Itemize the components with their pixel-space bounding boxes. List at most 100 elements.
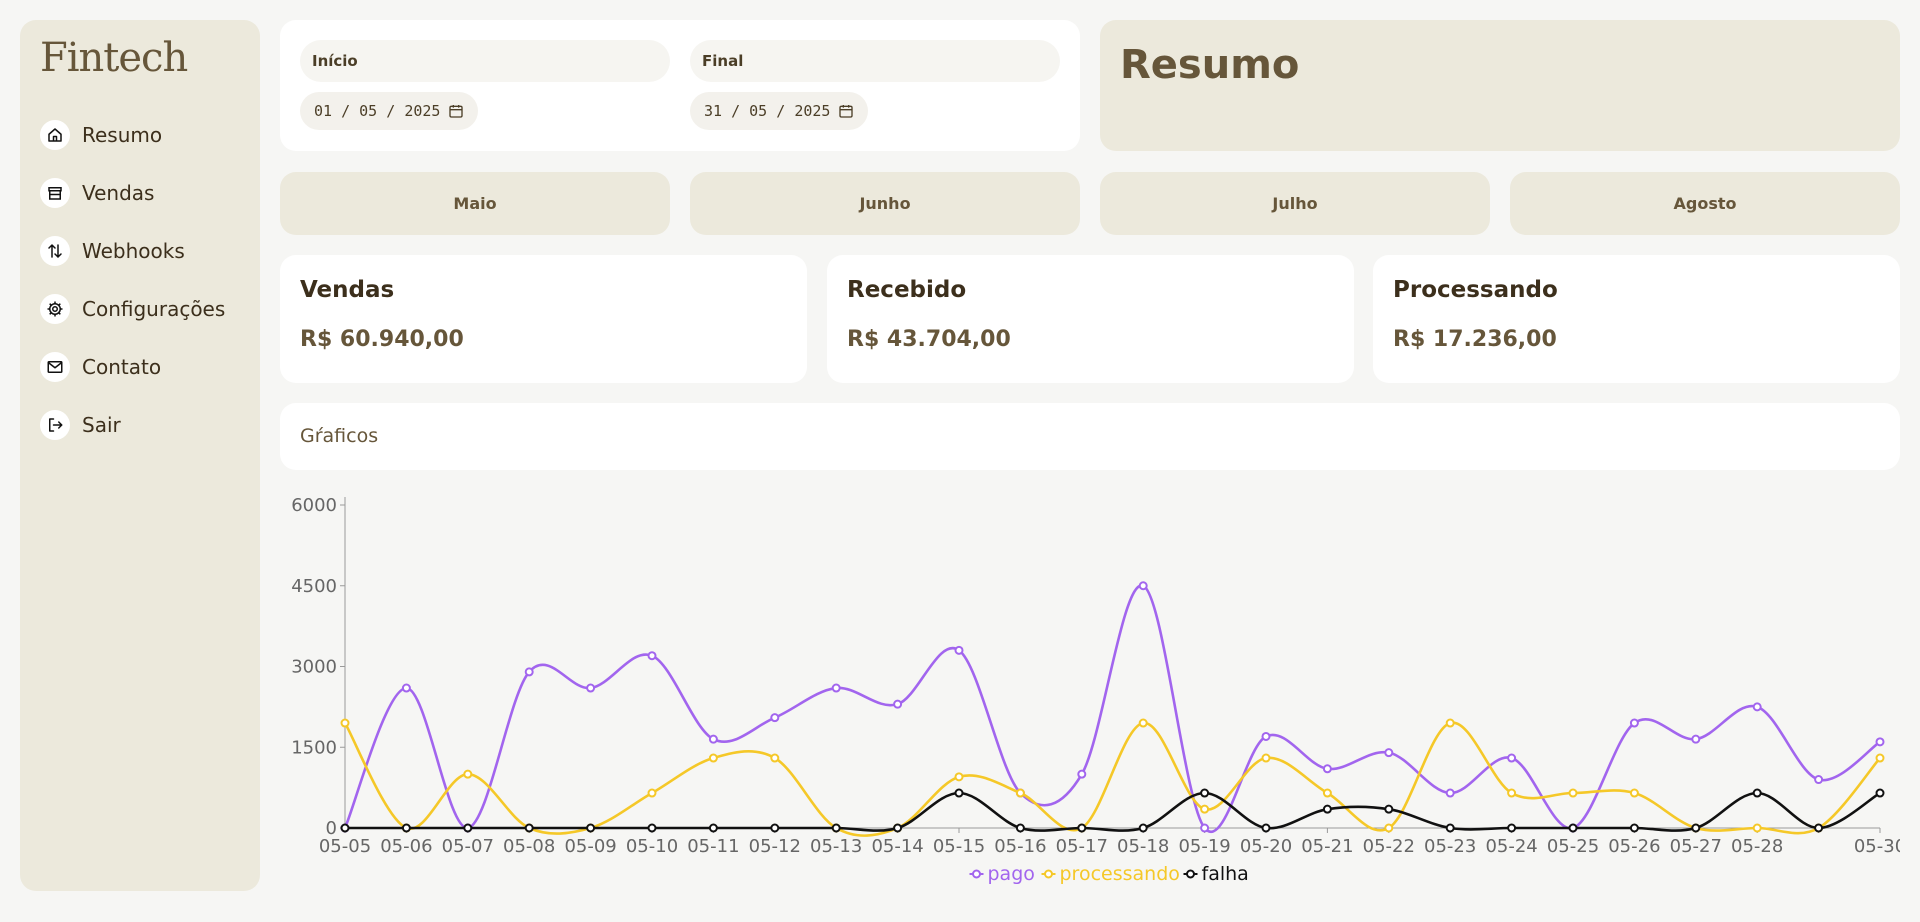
- data-point-processando: [1384, 823, 1394, 833]
- data-point-processando: [1752, 823, 1762, 833]
- end-date-group: Final 31 / 05 / 2025: [690, 40, 1060, 130]
- x-tick-label: 05-16: [994, 836, 1046, 857]
- store-icon: [40, 178, 70, 208]
- data-point-pago: [586, 683, 596, 693]
- calendar-icon[interactable]: [448, 103, 464, 119]
- data-point-processando: [1200, 804, 1210, 814]
- end-date-label: Final: [690, 40, 1060, 82]
- end-month[interactable]: 05: [749, 102, 767, 120]
- sidebar-item-sair[interactable]: Sair: [40, 396, 240, 454]
- start-day[interactable]: 01: [314, 102, 332, 120]
- month-button-maio[interactable]: Maio: [280, 172, 670, 235]
- data-point-pago: [1507, 753, 1517, 763]
- data-point-processando: [1507, 788, 1517, 798]
- data-point-falha: [340, 823, 350, 833]
- x-tick-label: 05-18: [1117, 836, 1169, 857]
- data-point-falha: [954, 788, 964, 798]
- data-point-pago: [1814, 775, 1824, 785]
- data-point-processando: [340, 718, 350, 728]
- y-tick-label: 1500: [291, 737, 337, 758]
- line-chart: 0150030004500600005-05 05-06 05-07 05-08 05-…: [291, 495, 1900, 885]
- data-point-pago: [1138, 581, 1148, 591]
- x-tick-label: 05-15: [933, 836, 985, 857]
- x-tick-label: 05-22: [1363, 836, 1415, 857]
- data-point-processando: [1138, 718, 1148, 728]
- x-tick-label: 05-26: [1608, 836, 1660, 857]
- graficos-header: Gŕaficos: [280, 403, 1900, 470]
- stat-title: Processando: [1393, 277, 1558, 303]
- sidebar-item-label: Resumo: [82, 123, 163, 147]
- x-tick-label: 05-09: [564, 836, 616, 857]
- data-point-pago: [401, 683, 411, 693]
- end-year[interactable]: 2025: [794, 102, 830, 120]
- sidebar-item-vendas[interactable]: Vendas: [40, 164, 240, 222]
- sidebar-item-resumo[interactable]: Resumo: [40, 106, 240, 164]
- data-point-processando: [770, 753, 780, 763]
- data-point-falha: [708, 823, 718, 833]
- data-point-pago: [1261, 731, 1271, 741]
- data-point-pago: [1875, 737, 1885, 747]
- series-line-pago: [343, 584, 1881, 833]
- series-line-falha: [345, 791, 1881, 832]
- data-point-falha: [1200, 788, 1210, 798]
- arrows-updown-icon: [40, 236, 70, 266]
- data-point-pago: [1445, 788, 1455, 798]
- data-point-falha: [1015, 823, 1025, 833]
- sidebar-item-label: Webhooks: [82, 239, 185, 263]
- data-point-falha: [1322, 804, 1332, 814]
- sidebar-item-webhooks[interactable]: Webhooks: [40, 222, 240, 280]
- legend-label-processando: processando: [1060, 863, 1180, 885]
- data-point-falha: [647, 823, 657, 833]
- data-point-processando: [1568, 788, 1578, 798]
- app-logo[interactable]: Fintech: [40, 34, 240, 86]
- data-point-pago: [1752, 702, 1762, 712]
- x-tick-label: 05-14: [871, 836, 923, 857]
- data-point-falha: [1445, 823, 1455, 833]
- data-point-falha: [1077, 823, 1087, 833]
- data-point-processando: [1629, 788, 1639, 798]
- start-date-input[interactable]: 01 / 05 / 2025: [300, 92, 479, 130]
- stat-card-processando: Processando R$ 17.236,00: [1373, 255, 1900, 383]
- stat-value: R$ 17.236,00: [1393, 327, 1557, 352]
- x-tick-label: 05-28: [1731, 836, 1783, 857]
- legend-label-pago: pago: [988, 863, 1035, 885]
- data-point-falha: [831, 823, 841, 833]
- y-tick-label: 3000: [291, 657, 337, 678]
- data-point-falha: [1261, 823, 1271, 833]
- data-point-processando: [647, 788, 657, 798]
- end-date-input[interactable]: 31 / 05 / 2025: [690, 92, 869, 130]
- end-day[interactable]: 31: [704, 102, 722, 120]
- data-point-pago: [647, 651, 657, 661]
- data-point-processando: [1322, 788, 1332, 798]
- logout-icon: [40, 410, 70, 440]
- data-point-pago: [831, 683, 841, 693]
- month-button-julho[interactable]: Julho: [1100, 172, 1490, 235]
- data-point-falha: [1875, 788, 1885, 798]
- data-point-pago: [1077, 769, 1087, 779]
- data-point-falha: [1752, 788, 1762, 798]
- data-point-falha: [1629, 823, 1639, 833]
- page-title: Resumo: [1120, 42, 1300, 88]
- data-point-pago: [770, 713, 780, 723]
- start-year[interactable]: 2025: [404, 102, 440, 120]
- data-point-falha: [463, 823, 473, 833]
- data-point-falha: [1691, 823, 1701, 833]
- start-month[interactable]: 05: [359, 102, 377, 120]
- data-point-falha: [1138, 823, 1148, 833]
- x-tick-label: 05-07: [442, 836, 494, 857]
- x-tick-label: 05-11: [687, 836, 739, 857]
- legend-marker-falha: [1186, 869, 1195, 879]
- month-button-junho[interactable]: Junho: [690, 172, 1080, 235]
- x-tick-label: 05-19: [1178, 836, 1230, 857]
- sidebar-item-contato[interactable]: Contato: [40, 338, 240, 396]
- graficos-label: Gŕaficos: [300, 425, 379, 447]
- x-tick-label: 05-05: [319, 836, 371, 857]
- data-point-falha: [770, 823, 780, 833]
- stat-title: Vendas: [300, 277, 395, 303]
- month-button-agosto[interactable]: Agosto: [1510, 172, 1900, 235]
- x-tick-label: 05-06: [380, 836, 432, 857]
- calendar-icon[interactable]: [838, 103, 854, 119]
- data-point-pago: [1691, 734, 1701, 744]
- data-point-falha: [1814, 823, 1824, 833]
- sidebar-item-configuracoes[interactable]: Configurações: [40, 280, 240, 338]
